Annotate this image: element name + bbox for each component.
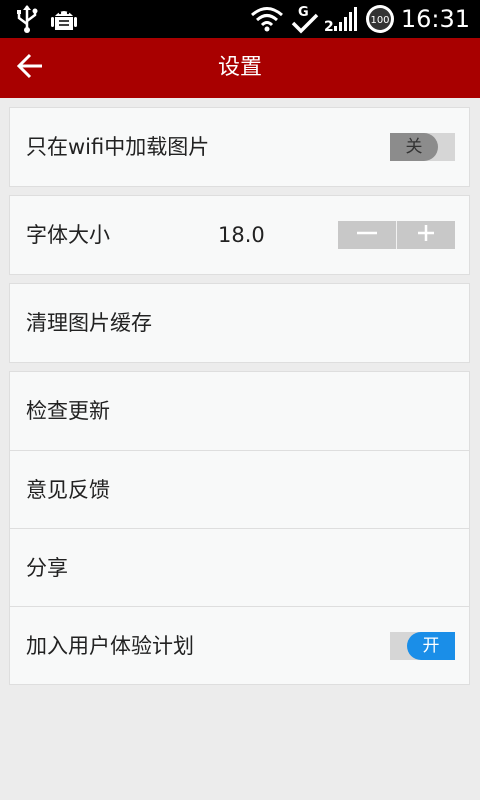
setting-label-share: 分享: [26, 556, 68, 580]
setting-row-check-update[interactable]: 检查更新: [10, 372, 469, 450]
sync-check-icon: G: [290, 4, 320, 38]
font-size-decrease-button[interactable]: [338, 221, 396, 249]
setting-row-feedback[interactable]: 意见反馈: [10, 450, 469, 528]
setting-row-user-experience[interactable]: 加入用户体验计划 开: [10, 606, 469, 684]
settings-card-cache: 清理图片缓存: [9, 283, 470, 363]
font-size-value: 18.0: [218, 223, 265, 247]
battery-level: 100: [370, 15, 389, 26]
minus-icon: [356, 222, 378, 248]
setting-label-font-size: 字体大小: [26, 223, 110, 247]
svg-text:2: 2: [324, 19, 334, 34]
font-size-increase-button[interactable]: [397, 221, 455, 249]
setting-row-wifi-images[interactable]: 只在wifi中加载图片 关: [10, 108, 469, 186]
setting-label-user-experience: 加入用户体验计划: [26, 634, 194, 658]
network-type-label: G: [298, 5, 309, 20]
setting-label-check-update: 检查更新: [26, 399, 110, 423]
setting-label-wifi-images: 只在wifi中加载图片: [26, 135, 210, 159]
setting-label-feedback: 意见反馈: [26, 478, 110, 502]
user-experience-toggle[interactable]: 开: [390, 632, 455, 660]
settings-card-font-size: 字体大小 18.0: [9, 195, 470, 275]
setting-row-font-size: 字体大小 18.0: [10, 196, 469, 274]
wifi-images-toggle[interactable]: 关: [390, 133, 455, 161]
setting-label-clear-cache: 清理图片缓存: [26, 311, 152, 335]
status-bar: G 2 100 16:31: [0, 0, 480, 38]
page-title: 设置: [217, 55, 262, 80]
status-time: 16:31: [400, 5, 470, 33]
battery-icon: 100: [364, 4, 396, 38]
app-header: 设置: [0, 38, 480, 98]
settings-card-misc: 检查更新 意见反馈 分享 加入用户体验计划 开: [9, 371, 470, 685]
settings-card-wifi: 只在wifi中加载图片 关: [9, 107, 470, 187]
usb-icon: [14, 4, 40, 38]
setting-row-share[interactable]: 分享: [10, 528, 469, 606]
setting-row-clear-cache[interactable]: 清理图片缓存: [10, 284, 469, 362]
plus-icon: [415, 222, 437, 248]
toggle-state-label: 关: [405, 137, 423, 157]
android-debug-icon: [50, 4, 78, 38]
toggle-state-label: 开: [422, 636, 440, 656]
wifi-icon: [250, 4, 284, 38]
font-size-stepper: [338, 221, 455, 249]
signal-icon: 2: [324, 4, 360, 38]
